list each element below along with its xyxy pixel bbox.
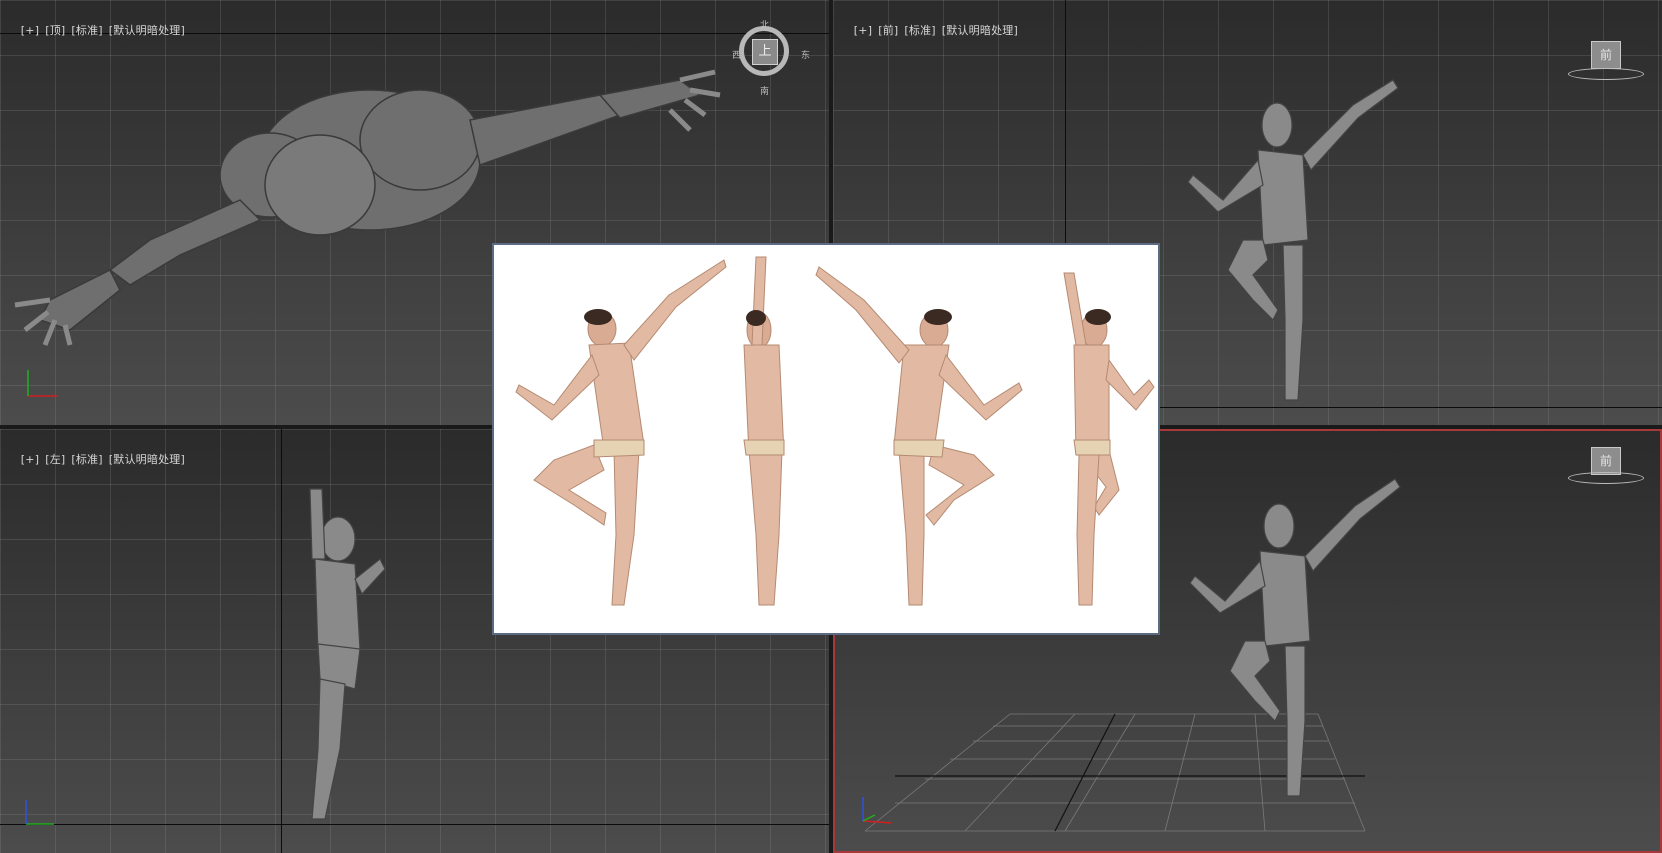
viewcube-north[interactable]: 北 — [760, 18, 769, 31]
viewport-menu-plus[interactable]: [+] — [854, 24, 872, 37]
viewport-view-label[interactable]: [顶] — [45, 24, 65, 37]
viewcube-east[interactable]: 东 — [801, 48, 810, 61]
viewcube-ring[interactable] — [1568, 68, 1644, 80]
viewport-shading-label[interactable]: [默认明暗处理] — [942, 24, 1018, 37]
viewport-view-label[interactable]: [左] — [45, 453, 65, 466]
axis-gizmo-icon — [862, 797, 892, 824]
viewcube-ring[interactable] — [1568, 472, 1644, 484]
viewcube-west[interactable]: 西 — [732, 48, 741, 61]
viewport-shading-label[interactable]: [默认明暗处理] — [109, 24, 185, 37]
viewport-view-label[interactable]: [前] — [878, 24, 898, 37]
axis-gizmo-icon — [27, 370, 58, 397]
viewcube-south[interactable]: 南 — [760, 84, 769, 97]
viewport-menu-plus[interactable]: [+] — [21, 24, 39, 37]
viewcube-face-front[interactable]: 前 — [1591, 41, 1621, 69]
viewport-label[interactable]: [+] [前] [标准] [默认明暗处理] — [839, 9, 1024, 51]
viewport-label[interactable]: [+] [左] [标准] [默认明暗处理] — [6, 438, 191, 480]
viewport-menu-plus[interactable]: [+] — [21, 453, 39, 466]
viewcube-face-top[interactable]: 上 — [752, 39, 778, 65]
viewport-label[interactable]: [+] [顶] [标准] [默认明暗处理] — [6, 9, 191, 51]
reference-photo — [492, 243, 1160, 635]
viewport-mode-label[interactable]: [标准] — [71, 24, 102, 37]
viewport-shading-label[interactable]: [默认明暗处理] — [109, 453, 185, 466]
axis-gizmo-icon — [25, 800, 54, 825]
viewport-mode-label[interactable]: [标准] — [904, 24, 935, 37]
viewcube[interactable]: 上 北 西 东 南 — [732, 21, 810, 97]
viewport-mode-label[interactable]: [标准] — [71, 453, 102, 466]
viewcube-face-front[interactable]: 前 — [1591, 447, 1621, 475]
reference-figures-image — [515, 256, 1155, 606]
